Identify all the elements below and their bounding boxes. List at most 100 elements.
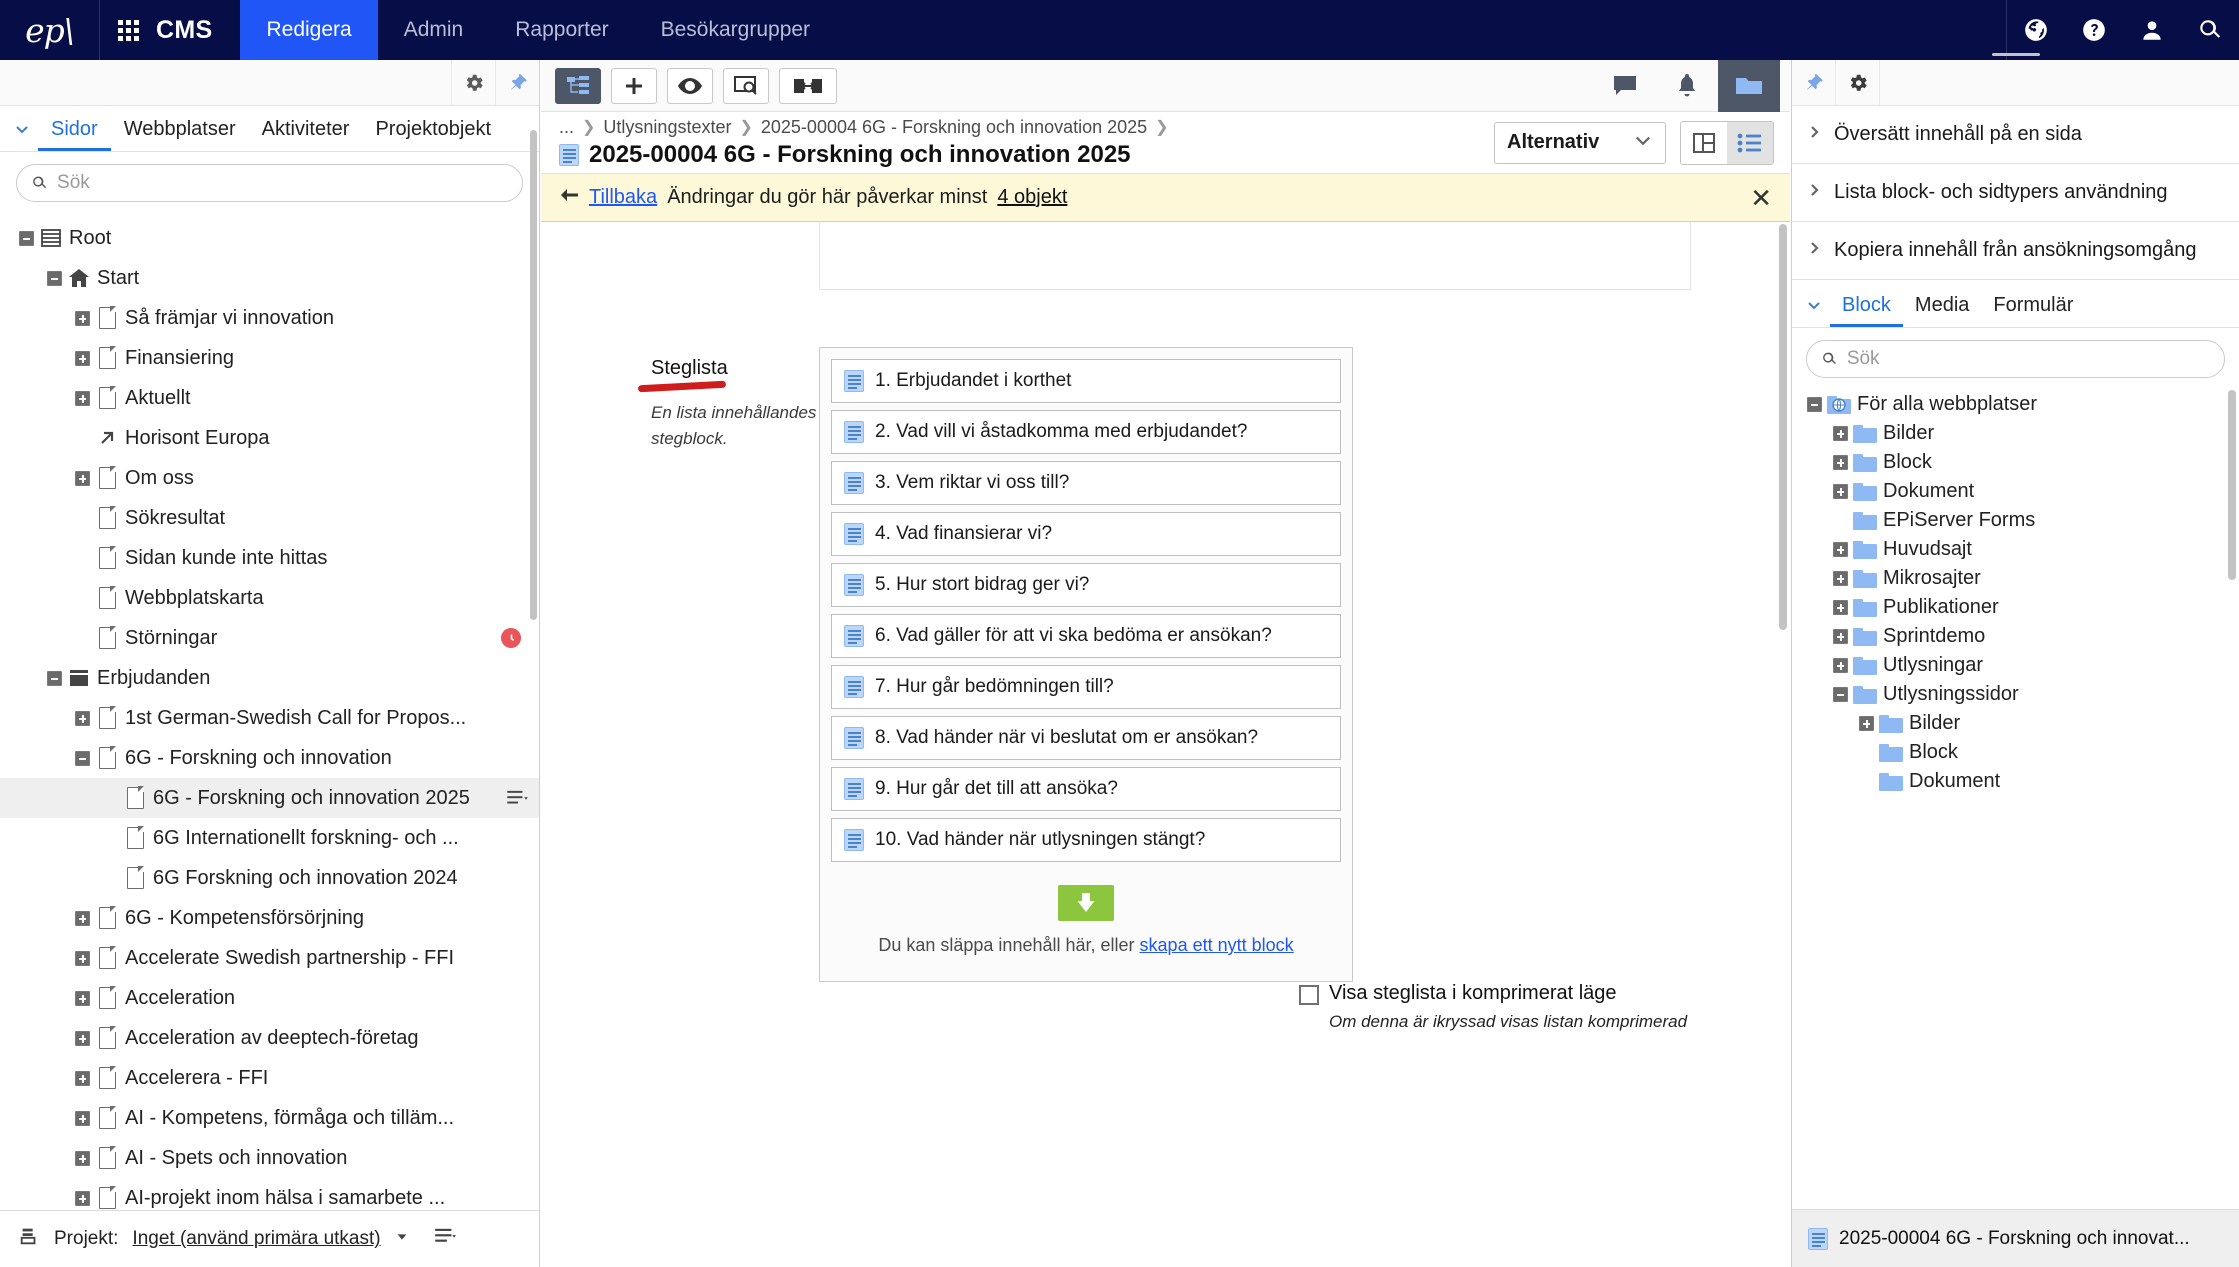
asset-tree-row[interactable]: Huvudsajt <box>1792 535 2239 564</box>
app-switcher-button[interactable] <box>100 0 156 60</box>
tree-expander-cell[interactable] <box>1802 393 1826 417</box>
expand-icon[interactable] <box>1833 658 1848 673</box>
breadcrumb-item-1[interactable]: Utlysningstexter <box>603 117 731 138</box>
tree-row[interactable]: Acceleration av deeptech-företag <box>0 1018 539 1058</box>
expand-icon[interactable] <box>75 991 90 1006</box>
collapse-icon[interactable] <box>1833 687 1848 702</box>
tree-row[interactable]: Finansiering <box>0 338 539 378</box>
epi-logo[interactable]: ep\ <box>0 0 100 60</box>
tree-expander-cell[interactable] <box>70 906 94 930</box>
tree-row[interactable]: Root <box>0 218 539 258</box>
search-icon[interactable] <box>2181 0 2239 60</box>
expand-icon[interactable] <box>75 911 90 926</box>
tree-row[interactable]: 6G Forskning och innovation 2024 <box>0 858 539 898</box>
canvas-scrollbar[interactable] <box>1779 224 1787 630</box>
columns-view-icon[interactable] <box>1681 122 1727 164</box>
list-view-icon[interactable] <box>1727 122 1773 164</box>
tree-expander-cell[interactable] <box>70 466 94 490</box>
create-new-block-link[interactable]: skapa ett nytt block <box>1140 935 1294 955</box>
project-value[interactable]: Inget (använd primära utkast) <box>132 1228 380 1250</box>
expand-icon[interactable] <box>75 1111 90 1126</box>
accordion-item[interactable]: Kopiera innehåll från ansökningsomgång <box>1792 222 2239 280</box>
tree-expander-cell[interactable] <box>1828 625 1852 649</box>
block-list-item[interactable]: 5. Hur stort bidrag ger vi? <box>831 563 1341 607</box>
user-icon[interactable] <box>2123 0 2181 60</box>
tree-row[interactable]: AI - Spets och innovation <box>0 1138 539 1178</box>
tree-expander-cell[interactable] <box>70 1066 94 1090</box>
pin-icon[interactable] <box>495 60 539 106</box>
asset-tree-row[interactable]: Dokument <box>1792 767 2239 796</box>
list-menu-icon[interactable] <box>435 1227 457 1251</box>
tab-projektobjekt[interactable]: Projektobjekt <box>362 119 504 151</box>
tree-expander-cell[interactable] <box>70 1146 94 1170</box>
asset-footer[interactable]: 2025-00004 6G - Forskning och innovat... <box>1792 1209 2239 1267</box>
expand-icon[interactable] <box>1833 484 1848 499</box>
block-list-item[interactable]: 9. Hur går det till att ansöka? <box>831 767 1341 811</box>
help-icon[interactable] <box>2065 0 2123 60</box>
asset-tree-row[interactable]: För alla webbplatser <box>1792 390 2239 419</box>
breadcrumb-item-2[interactable]: 2025-00004 6G - Forskning och innovation… <box>761 117 1147 138</box>
tree-row[interactable]: Horisont Europa <box>0 418 539 458</box>
tree-expander-cell[interactable] <box>1828 567 1852 591</box>
bell-icon[interactable] <box>1656 60 1718 112</box>
block-list-item[interactable]: 8. Vad händer när vi beslutat om er ansö… <box>831 716 1341 760</box>
compare-icon[interactable] <box>779 68 837 104</box>
asset-tree-row[interactable]: Utlysningar <box>1792 651 2239 680</box>
eye-icon[interactable] <box>667 68 713 104</box>
tab-formular[interactable]: Formulär <box>1981 295 2085 327</box>
expand-icon[interactable] <box>75 391 90 406</box>
compress-checkbox[interactable]: Visa steglista i komprimerat läge <box>1299 982 1687 1005</box>
folder-icon[interactable] <box>1718 60 1780 112</box>
accordion-item[interactable]: Översätt innehåll på en sida <box>1792 106 2239 164</box>
expand-icon[interactable] <box>75 711 90 726</box>
block-list-item[interactable]: 7. Hur går bedömningen till? <box>831 665 1341 709</box>
tree-expander-cell[interactable] <box>1828 422 1852 446</box>
expand-icon[interactable] <box>75 311 90 326</box>
block-list-item[interactable]: 2. Vad vill vi åstadkomma med erbjudande… <box>831 410 1341 454</box>
page-tree[interactable]: RootStartSå främjar vi innovationFinansi… <box>0 212 539 1210</box>
collapse-icon[interactable] <box>19 231 34 246</box>
tree-expander-cell[interactable] <box>70 746 94 770</box>
preview-search-icon[interactable] <box>723 68 769 104</box>
tree-expander-cell[interactable] <box>42 266 66 290</box>
asset-tree-row[interactable]: Publikationer <box>1792 593 2239 622</box>
tab-block[interactable]: Block <box>1830 295 1903 327</box>
tree-expander-cell[interactable] <box>1828 654 1852 678</box>
globe-icon[interactable] <box>2007 0 2065 60</box>
expand-icon[interactable] <box>75 1191 90 1206</box>
tree-expander-cell[interactable] <box>14 226 38 250</box>
block-list-item[interactable]: 4. Vad finansierar vi? <box>831 512 1341 556</box>
gear-icon[interactable] <box>1836 60 1880 106</box>
tree-expander-cell[interactable] <box>70 346 94 370</box>
expand-icon[interactable] <box>75 951 90 966</box>
collapse-icon[interactable] <box>47 671 62 686</box>
asset-tree-row[interactable]: EPiServer Forms <box>1792 506 2239 535</box>
asset-tree-row[interactable]: Dokument <box>1792 477 2239 506</box>
tree-expander-cell[interactable] <box>1854 712 1878 736</box>
asset-tree[interactable]: För alla webbplatserBilderBlockDokumentE… <box>1792 386 2239 1209</box>
back-link[interactable]: Tillbaka <box>589 186 657 209</box>
chevron-down-icon[interactable] <box>395 1228 409 1250</box>
nav-rapporter[interactable]: Rapporter <box>489 0 634 60</box>
tree-row[interactable]: Accelerera - FFI <box>0 1058 539 1098</box>
tree-row[interactable]: Sökresultat <box>0 498 539 538</box>
tree-expander-cell[interactable] <box>70 1186 94 1210</box>
tree-row[interactable]: Störningar <box>0 618 539 658</box>
asset-tree-row[interactable]: Bilder <box>1792 419 2239 448</box>
search-box[interactable] <box>1806 340 2225 378</box>
expand-icon[interactable] <box>1833 600 1848 615</box>
expand-icon[interactable] <box>75 1151 90 1166</box>
options-dropdown[interactable]: Alternativ <box>1494 122 1666 164</box>
arrow-left-icon[interactable] <box>559 186 579 209</box>
tree-row[interactable]: Accelerate Swedish partnership - FFI <box>0 938 539 978</box>
nav-redigera[interactable]: Redigera <box>240 0 377 60</box>
tree-row[interactable]: AI - Kompetens, förmåga och tilläm... <box>0 1098 539 1138</box>
collapse-icon[interactable] <box>75 751 90 766</box>
expand-icon[interactable] <box>1833 629 1848 644</box>
expand-icon[interactable] <box>1833 542 1848 557</box>
resize-grip[interactable] <box>1992 53 2040 56</box>
tree-row[interactable]: 6G - Kompetensförsörjning <box>0 898 539 938</box>
tree-row[interactable]: Erbjudanden <box>0 658 539 698</box>
expand-icon[interactable] <box>75 351 90 366</box>
tree-row[interactable]: 6G - Forskning och innovation <box>0 738 539 778</box>
